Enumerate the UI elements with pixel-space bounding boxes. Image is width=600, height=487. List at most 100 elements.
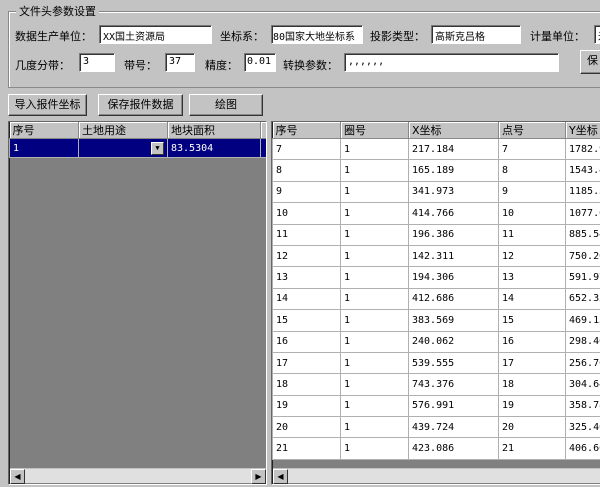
cell-seq[interactable]: 7	[272, 137, 341, 161]
unit-input[interactable]: 米	[594, 25, 600, 44]
col-header-x[interactable]: X坐标	[408, 122, 499, 139]
cell-y[interactable]: 358.78	[565, 394, 600, 418]
cell-x[interactable]: 217.184	[408, 137, 499, 161]
cell-point[interactable]: 19	[498, 394, 566, 418]
cell-y[interactable]: 406.66	[565, 437, 600, 460]
cell-point[interactable]: 14	[498, 287, 566, 311]
table-row[interactable]: 131194.30613591.97	[272, 266, 600, 289]
cell-ring[interactable]: 1	[340, 394, 409, 418]
cell-seq[interactable]: 14	[272, 287, 341, 311]
cell-y[interactable]: 1782.9	[565, 137, 600, 161]
table-row[interactable]: 201439.72420325.46	[272, 416, 600, 439]
coordinate-grid[interactable]: 序号 圈号 X坐标 点号 Y坐标 71217.18471782.981165.1…	[271, 121, 600, 485]
save-header-button[interactable]: 保	[580, 50, 600, 74]
cell-point[interactable]: 21	[498, 437, 566, 460]
cell-seq[interactable]: 8	[272, 159, 341, 182]
cell-seq[interactable]: 15	[272, 309, 341, 332]
cell-ring[interactable]: 1	[340, 351, 409, 375]
table-row[interactable]: 141412.68614652.35	[272, 287, 600, 311]
col-header-partial[interactable]	[260, 122, 266, 139]
crs-input[interactable]: 80国家大地坐标系	[271, 25, 363, 44]
zone-input[interactable]: 37	[165, 53, 195, 72]
producer-input[interactable]: XX国土资源局	[99, 25, 212, 44]
cell-y[interactable]: 469.13	[565, 309, 600, 332]
cell-point[interactable]: 11	[498, 223, 566, 246]
cell-point[interactable]: 15	[498, 309, 566, 332]
table-row[interactable]: 151383.56915469.13	[272, 309, 600, 332]
cell-point[interactable]: 18	[498, 373, 566, 396]
table-row[interactable]: 181743.37618304.64	[272, 373, 600, 396]
cell-id[interactable]: 1	[9, 138, 79, 158]
cell-seq[interactable]: 21	[272, 437, 341, 460]
cell-y[interactable]: 304.64	[565, 373, 600, 396]
table-row[interactable]: 111196.38611885.54	[272, 223, 600, 246]
cell-ring[interactable]: 1	[340, 180, 409, 204]
col-header-seq[interactable]: 序号	[272, 122, 341, 139]
cell-seq[interactable]: 18	[272, 373, 341, 396]
cell-point[interactable]: 9	[498, 180, 566, 204]
scroll-left-icon[interactable]: ◀	[273, 469, 288, 484]
cell-x[interactable]: 240.062	[408, 330, 499, 353]
cell-x[interactable]: 196.386	[408, 223, 499, 246]
table-row[interactable]: 71217.18471782.9	[272, 137, 600, 161]
cell-ring[interactable]: 1	[340, 330, 409, 353]
table-row[interactable]: 161240.06216298.40	[272, 330, 600, 353]
cell-x[interactable]: 743.376	[408, 373, 499, 396]
scroll-left-icon[interactable]: ◀	[10, 469, 25, 484]
cell-seq[interactable]: 9	[272, 180, 341, 204]
cell-x[interactable]: 383.569	[408, 309, 499, 332]
cell-ring[interactable]: 1	[340, 266, 409, 289]
cell-x[interactable]: 439.724	[408, 416, 499, 439]
cell-seq[interactable]: 13	[272, 266, 341, 289]
cell-x[interactable]: 414.766	[408, 202, 499, 225]
cell-point[interactable]: 13	[498, 266, 566, 289]
table-row[interactable]: 211423.08621406.66	[272, 437, 600, 460]
cell-seq[interactable]: 16	[272, 330, 341, 353]
cell-point[interactable]: 10	[498, 202, 566, 225]
save-data-button[interactable]: 保存报件数据	[98, 94, 183, 116]
table-row[interactable]: 191576.99119358.78	[272, 394, 600, 418]
cell-y[interactable]: 1185.3	[565, 180, 600, 204]
scroll-right-icon[interactable]: ▶	[251, 469, 266, 484]
import-coords-button[interactable]: 导入报件坐标	[8, 94, 87, 116]
col-header-ring[interactable]: 圈号	[340, 122, 409, 139]
col-header-area[interactable]: 地块面积	[167, 122, 261, 139]
cell-land-use[interactable]: ▼	[78, 138, 168, 158]
table-row[interactable]: 101414.766101077.0	[272, 202, 600, 225]
cell-partial[interactable]	[260, 138, 266, 158]
cell-point[interactable]: 7	[498, 137, 566, 161]
cell-y[interactable]: 652.35	[565, 287, 600, 311]
cell-point[interactable]: 12	[498, 244, 566, 268]
cell-y[interactable]: 1543.4	[565, 159, 600, 182]
transform-input[interactable]: ,,,,,,	[344, 53, 559, 72]
col-header-y[interactable]: Y坐标	[565, 122, 600, 139]
table-row[interactable]: 171539.55517256.76	[272, 351, 600, 375]
cell-ring[interactable]: 1	[340, 202, 409, 225]
cell-ring[interactable]: 1	[340, 223, 409, 246]
cell-x[interactable]: 165.189	[408, 159, 499, 182]
cell-ring[interactable]: 1	[340, 373, 409, 396]
cell-y[interactable]: 750.20	[565, 244, 600, 268]
draw-button[interactable]: 绘图	[189, 94, 263, 116]
table-row[interactable]: 91341.97391185.3	[272, 180, 600, 204]
cell-seq[interactable]: 10	[272, 202, 341, 225]
cell-y[interactable]: 256.76	[565, 351, 600, 375]
col-header-id[interactable]: 序号	[9, 122, 79, 139]
cell-point[interactable]: 17	[498, 351, 566, 375]
cell-x[interactable]: 576.991	[408, 394, 499, 418]
cell-x[interactable]: 423.086	[408, 437, 499, 460]
cell-ring[interactable]: 1	[340, 159, 409, 182]
parcel-grid[interactable]: 序号 土地用途 地块面积 1 ▼ 83.5304 ◀ ▶	[8, 121, 267, 485]
col-header-point[interactable]: 点号	[498, 122, 566, 139]
cell-y[interactable]: 1077.0	[565, 202, 600, 225]
cell-ring[interactable]: 1	[340, 309, 409, 332]
cell-x[interactable]: 341.973	[408, 180, 499, 204]
table-row[interactable]: 121142.31112750.20	[272, 244, 600, 268]
cell-ring[interactable]: 1	[340, 437, 409, 460]
cell-ring[interactable]: 1	[340, 137, 409, 161]
cell-y[interactable]: 325.46	[565, 416, 600, 439]
chevron-down-icon[interactable]: ▼	[151, 142, 164, 155]
projection-input[interactable]: 高斯克吕格	[431, 25, 521, 44]
cell-point[interactable]: 16	[498, 330, 566, 353]
cell-x[interactable]: 412.686	[408, 287, 499, 311]
